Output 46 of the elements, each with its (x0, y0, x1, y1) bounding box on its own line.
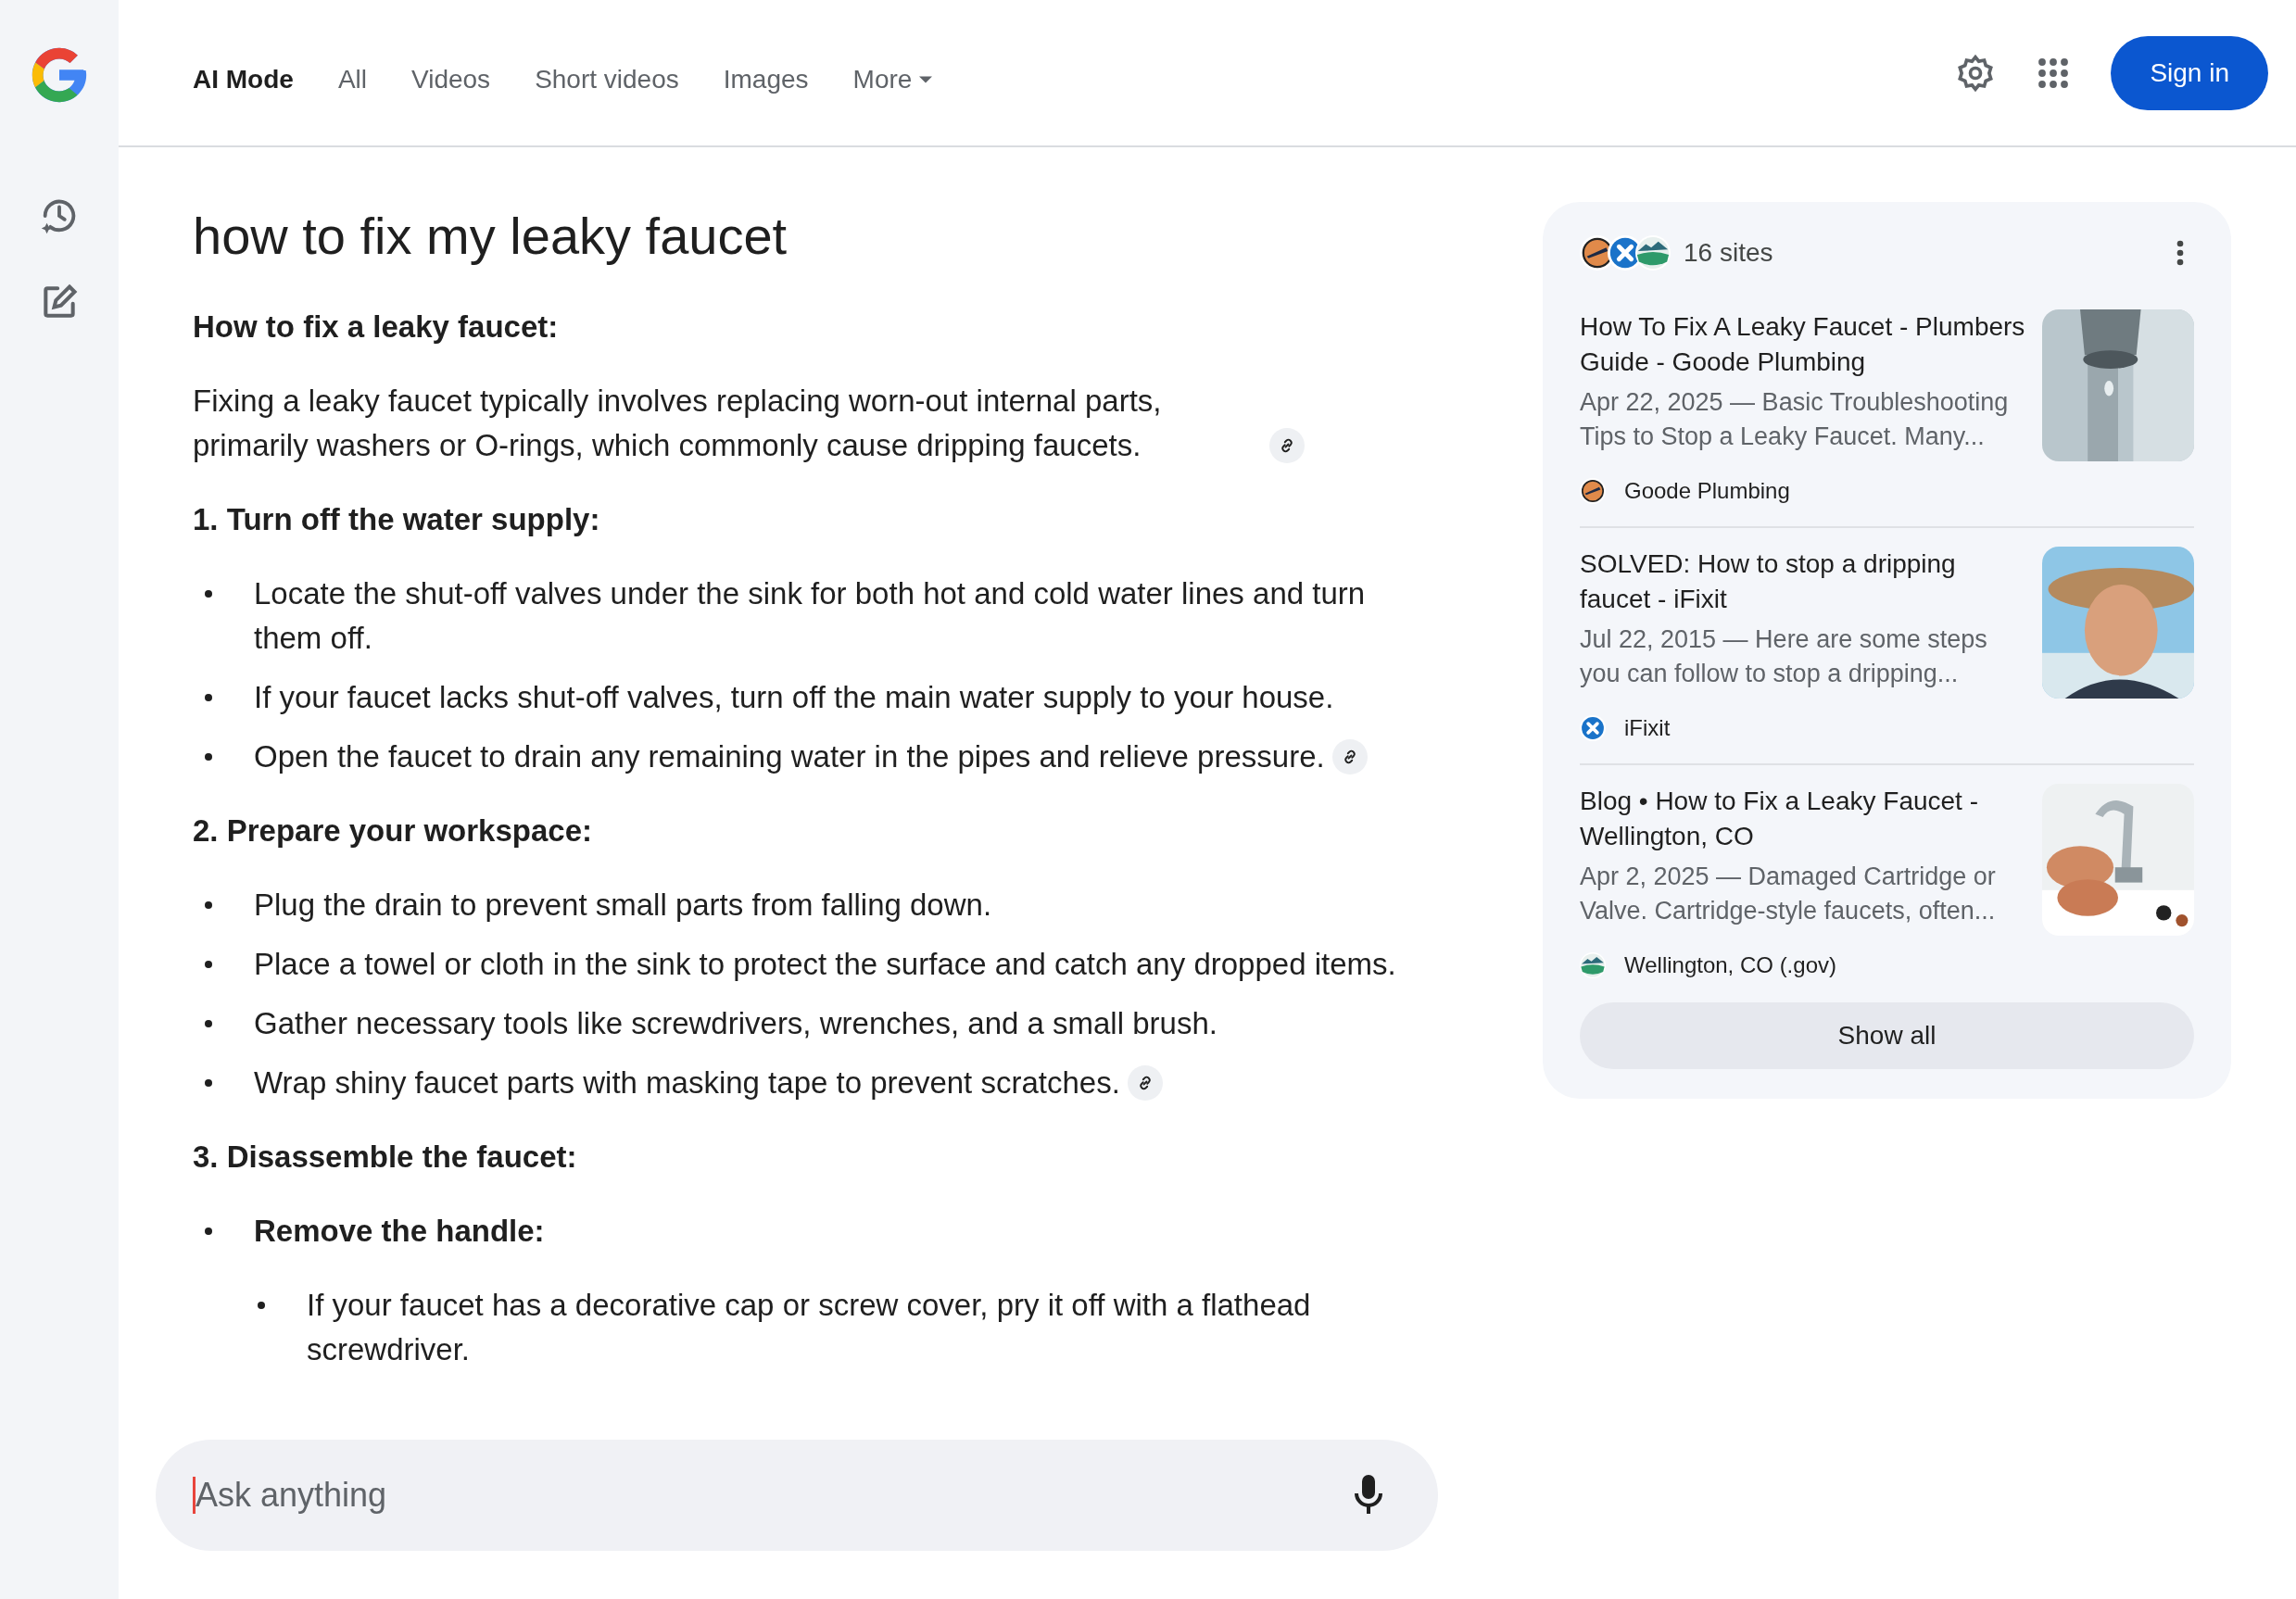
source-snippet: Apr 2, 2025 — Damaged Cartridge or Valve. Cartridge-style faucets, often... (1580, 862, 1997, 926)
step-text: Locate the shut-off valves under the sink for both hot and cold water lines and turn them off. (254, 575, 1367, 657)
nav-tab[interactable]: Videos (411, 59, 491, 99)
source-link-button[interactable] (1127, 1065, 1163, 1101)
source-snippet: Apr 22, 2025 — Basic Troubleshooting Tips to Stop a Leaky Faucet. Many... (1580, 387, 2010, 452)
source-title-link[interactable]: How To Fix A Leaky Faucet - Plumbers Guide - Goode Plumbing (1580, 309, 2027, 380)
text-cursor (193, 1477, 196, 1514)
nav-tab[interactable]: All (337, 59, 367, 99)
link-icon (1279, 437, 1295, 454)
step-text: Wrap shiny faucet parts with masking tape to prevent scratches. (254, 1064, 1120, 1102)
step-text: Plug the drain to prevent small parts from falling down. (254, 887, 992, 924)
step-text: Open the faucet to drain any remaining water in the pipes and relieve pressure. (254, 738, 1325, 775)
nav-tab[interactable]: AI Mode (193, 59, 294, 99)
source-title-link[interactable]: Blog • How to Fix a Leaky Faucet - Wellington, CO (1580, 784, 2027, 854)
query-title: how to fix my leaky faucet (193, 206, 788, 267)
sub-step-text: If your faucet has a decorative cap or screw cover, pry it off with a flathead screwdriver. (307, 1287, 1312, 1368)
step-text: If your faucet lacks shut-off valves, turn off the main water supply to your house. (254, 679, 1334, 716)
sites-count: 16 sites (1684, 237, 1773, 269)
source-link-button[interactable] (1269, 428, 1305, 463)
section-heading: 2. Prepare your workspace: (193, 812, 594, 850)
section-heading: 1. Turn off the water supply: (193, 501, 601, 538)
landscape-logo-icon (1635, 235, 1671, 271)
nav-tab[interactable]: More (852, 59, 933, 99)
more-options-icon[interactable] (2176, 239, 2185, 267)
show-all-button[interactable]: Show all (1580, 1002, 2194, 1069)
caret-icon (919, 75, 933, 83)
source-title-link[interactable]: SOLVED: How to stop a dripping faucet - iFixit (1580, 547, 2027, 617)
source-site-name: Wellington, CO (.gov) (1624, 951, 1836, 979)
source-link-button[interactable] (1331, 739, 1368, 774)
section-heading: How to fix a leaky faucet: (193, 308, 560, 346)
ask-field[interactable]: Ask anything (156, 1440, 1438, 1551)
step-text: Remove the handle: (254, 1213, 545, 1250)
sign-in-button[interactable]: Sign in (2111, 35, 2268, 110)
microphone-icon[interactable] (1353, 1475, 1384, 1516)
step-text: Place a towel or cloth in the sink to protect the surface and catch any dropped items. (254, 946, 1396, 983)
source-site-name: Goode Plumbing (1624, 477, 1790, 505)
step-text: Gather necessary tools like screwdrivers, wrenches, and a small brush. (254, 1005, 1217, 1042)
nav-tab[interactable]: Images (723, 59, 809, 99)
answer-paragraph: Fixing a leaky faucet typically involves replacing worn-out internal parts, primarily washers or O-rings, which commonly cause dripping faucets. (193, 383, 1163, 464)
apps-grid-icon[interactable] (2037, 56, 2071, 90)
source-snippet: Jul 22, 2015 — Here are some steps you can follow to stop a dripping... (1580, 624, 1988, 689)
nav-tab[interactable]: Short videos (535, 59, 679, 99)
section-heading: 3. Disassemble the faucet: (193, 1139, 578, 1176)
landscape-logo-icon (1580, 952, 1606, 978)
source-site-name: iFixit (1624, 714, 1671, 742)
x-logo-icon (1580, 715, 1606, 741)
